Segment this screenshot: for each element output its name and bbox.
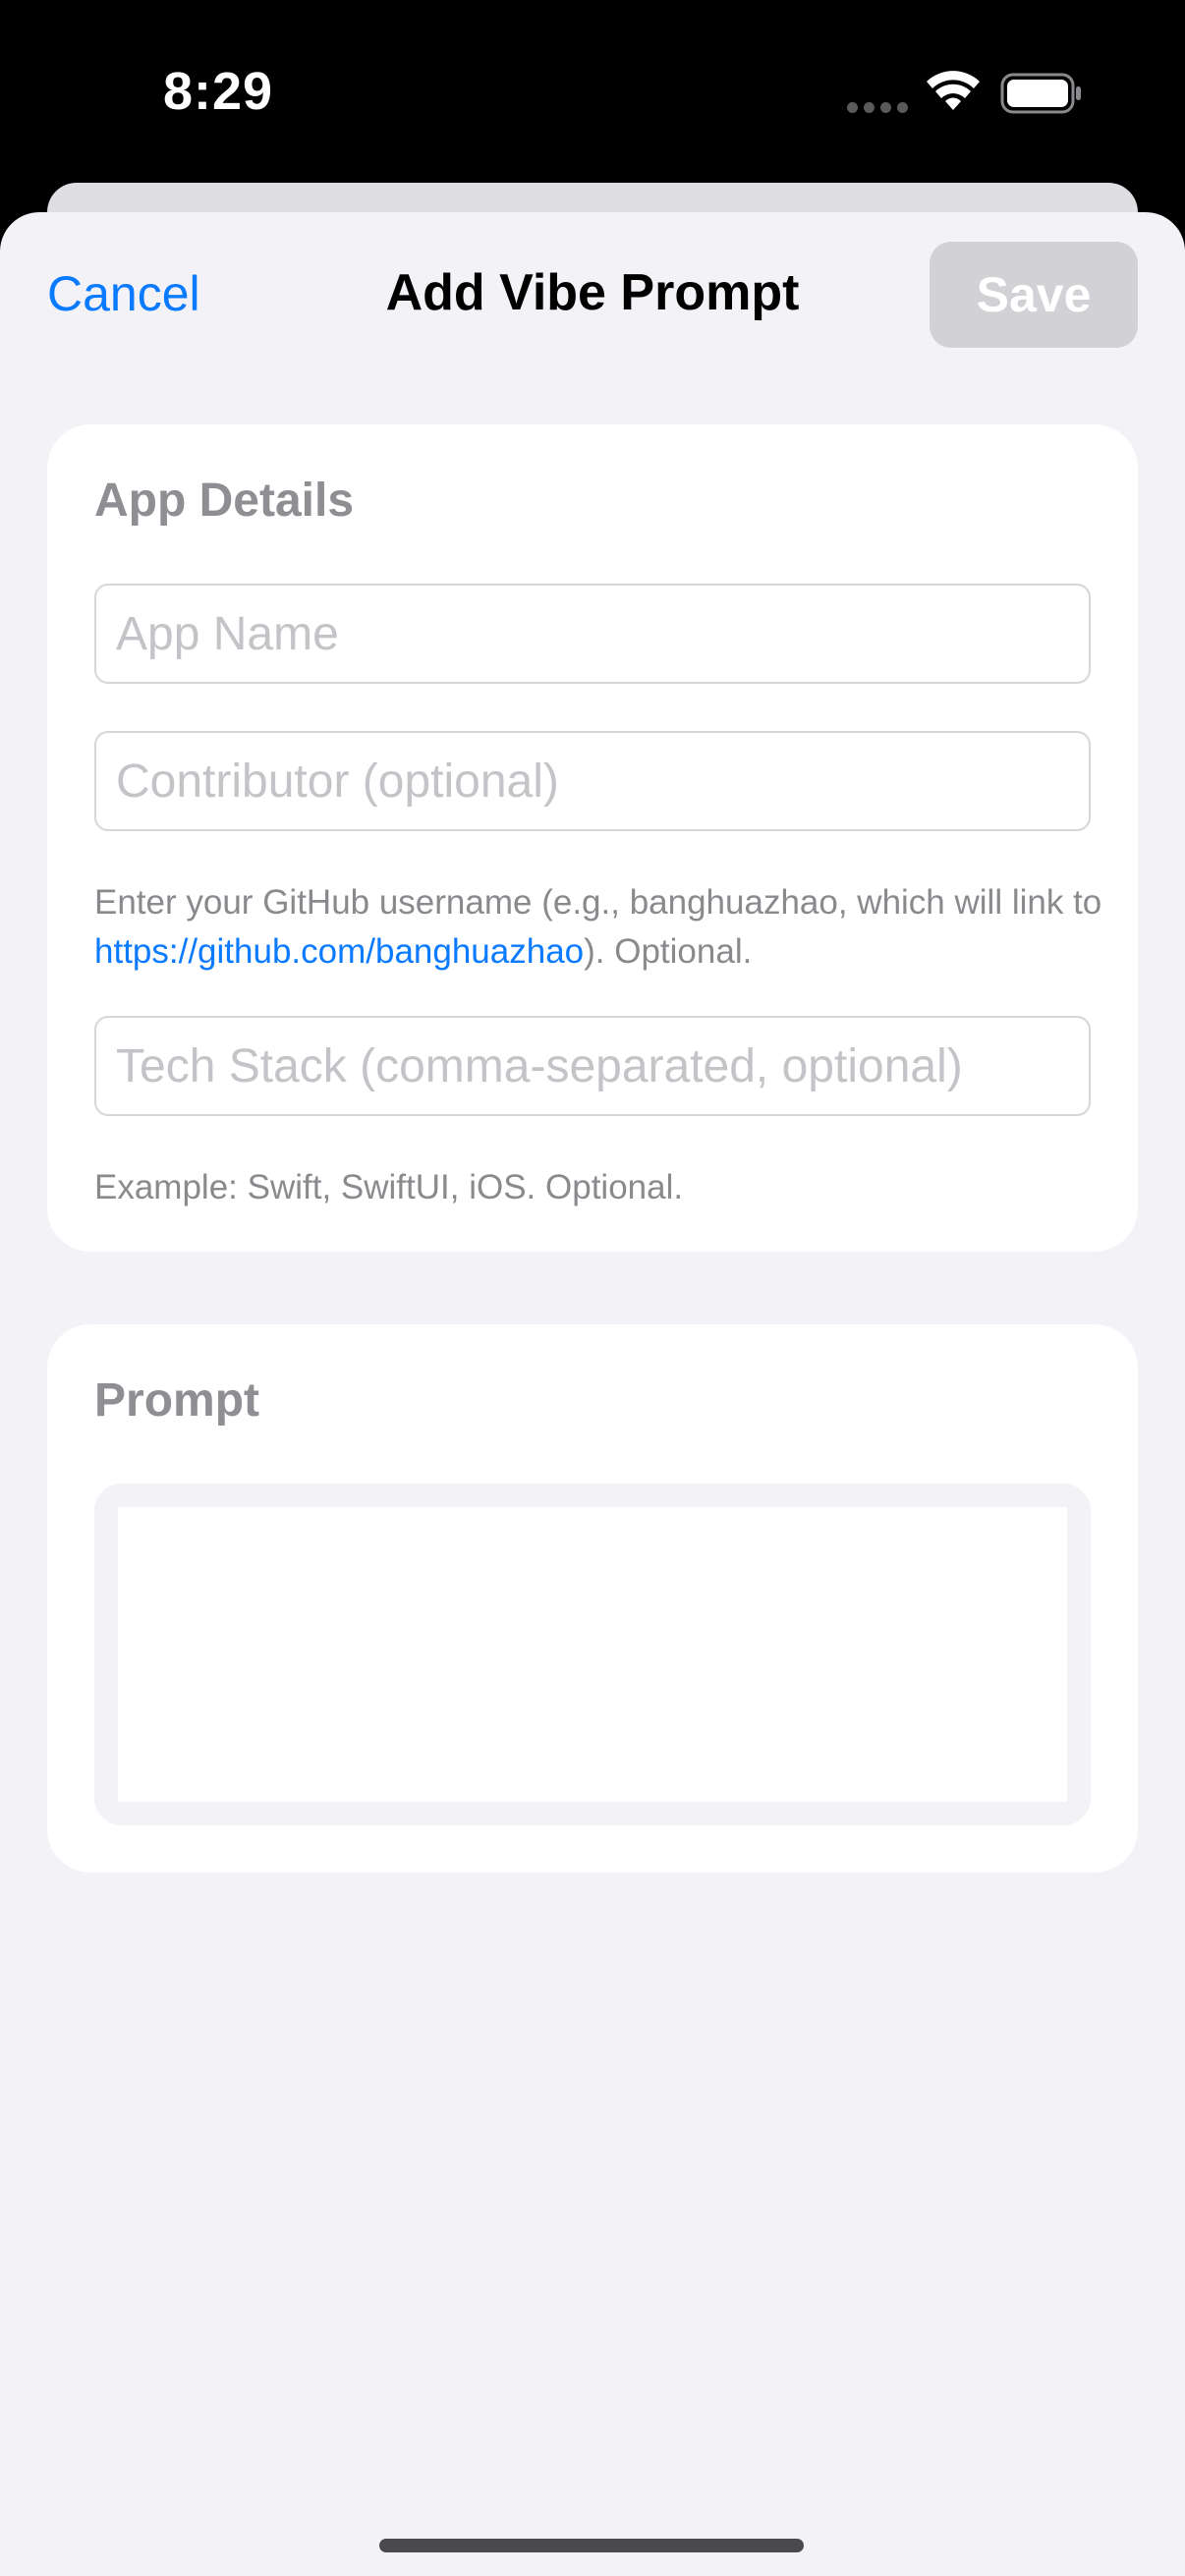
app-details-title: App Details	[94, 475, 355, 527]
battery-icon	[1000, 73, 1081, 114]
tech-stack-input[interactable]	[94, 1016, 1091, 1116]
app-details-card: App Details Enter your GitHub username (…	[47, 424, 1138, 1252]
prompt-card: Prompt	[47, 1324, 1138, 1873]
screen: 8:29 Cancel Add Vibe Prompt Save App Det…	[0, 0, 1185, 2576]
contributor-input[interactable]	[94, 731, 1091, 831]
contributor-help-suffix: ). Optional.	[584, 932, 753, 971]
save-button[interactable]: Save	[930, 242, 1138, 348]
contributor-help-text: Enter your GitHub username (e.g., banghu…	[94, 878, 1106, 977]
home-indicator	[379, 2539, 804, 2552]
app-name-input[interactable]	[94, 584, 1091, 684]
contributor-help-prefix: Enter your GitHub username (e.g., banghu…	[94, 883, 1102, 922]
cancel-button[interactable]: Cancel	[47, 265, 200, 322]
wifi-icon	[927, 71, 980, 110]
prompt-text-editor[interactable]	[118, 1507, 1067, 1802]
prompt-title: Prompt	[94, 1374, 259, 1427]
status-time: 8:29	[163, 62, 274, 121]
status-bar: 8:29	[0, 0, 1185, 187]
github-link[interactable]: https://github.com/banghuazhao	[94, 932, 584, 971]
tech-stack-help-text: Example: Swift, SwiftUI, iOS. Optional.	[94, 1168, 684, 1206]
cellular-dots-icon	[847, 102, 908, 116]
prompt-editor-container	[94, 1484, 1091, 1825]
